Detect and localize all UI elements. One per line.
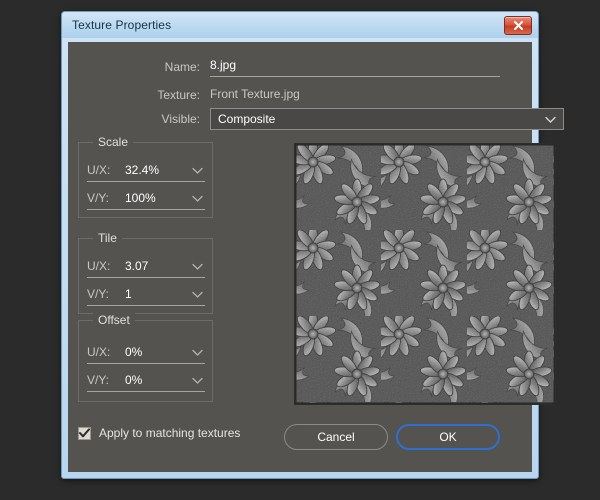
offset-vy-field[interactable]: V/Y: 0% [87,371,205,392]
offset-ux-label: U/X: [87,345,111,359]
chevron-down-icon[interactable] [192,167,203,175]
texture-preview[interactable] [294,143,556,405]
scale-ux-field[interactable]: U/X: 32.4% [87,161,205,182]
name-input[interactable]: 8.jpg [210,56,500,77]
checkbox-box[interactable] [78,426,91,440]
offset-vy-value: 0% [125,373,143,387]
checkmark-icon [79,428,90,438]
cancel-button[interactable]: Cancel [284,424,388,450]
tile-vy-label: V/Y: [87,287,110,301]
desktop-background: Texture Properties Name: 8.jpg Texture: [0,0,600,500]
texture-label: Texture: [157,88,200,102]
chevron-down-icon[interactable] [192,377,203,385]
scale-group-legend: Scale [93,135,134,149]
offset-group: Offset U/X: 0% V/Y: 0% [78,313,213,402]
scale-vy-label: V/Y: [87,191,110,205]
tile-group-legend: Tile [93,231,122,245]
tile-ux-value: 3.07 [125,259,149,273]
bottom-controls: Apply to matching textures Cancel OK [68,424,532,452]
visible-row: Visible: Composite [68,108,564,130]
dialog-title: Texture Properties [72,18,172,32]
chevron-down-icon [545,116,556,123]
chevron-down-icon[interactable] [192,195,203,203]
tile-vy-field[interactable]: V/Y: 1 [87,285,205,306]
ok-button[interactable]: OK [396,424,500,450]
visible-label: Visible: [161,112,200,126]
scale-vy-field[interactable]: V/Y: 100% [87,189,205,210]
texture-value: Front Texture.jpg [210,87,300,101]
offset-ux-value: 0% [125,345,143,359]
tile-ux-field[interactable]: U/X: 3.07 [87,257,205,278]
name-label: Name: [164,60,200,74]
chevron-down-icon[interactable] [192,291,203,299]
tile-ux-label: U/X: [87,259,111,273]
name-value: 8.jpg [210,58,237,72]
scale-ux-label: U/X: [87,163,111,177]
offset-group-legend: Offset [93,313,135,327]
chevron-down-icon[interactable] [192,263,203,271]
visible-select[interactable]: Composite [210,108,564,130]
scale-vy-value: 100% [125,191,156,205]
dialog-titlebar[interactable]: Texture Properties [62,12,538,38]
scale-group: Scale U/X: 32.4% V/Y: 100% [78,135,213,218]
offset-ux-field[interactable]: U/X: 0% [87,343,205,364]
visible-value: Composite [218,112,276,126]
texture-properties-dialog: Texture Properties Name: 8.jpg Texture: [61,11,564,479]
dialog-body: Name: 8.jpg Texture: Front Texture.jpg V… [68,42,564,472]
texture-row: Texture: Front Texture.jpg [68,84,532,106]
close-x-icon [513,21,523,30]
offset-vy-label: V/Y: [87,373,110,387]
name-row: Name: 8.jpg [68,56,532,78]
tile-vy-value: 1 [125,287,132,301]
texture-preview-image [295,144,555,404]
chevron-down-icon[interactable] [192,349,203,357]
tile-group: Tile U/X: 3.07 V/Y: 1 [78,231,213,314]
apply-matching-label: Apply to matching textures [99,426,241,440]
apply-matching-checkbox[interactable]: Apply to matching textures [78,426,240,440]
close-button[interactable] [504,16,532,35]
scale-ux-value: 32.4% [125,163,160,177]
